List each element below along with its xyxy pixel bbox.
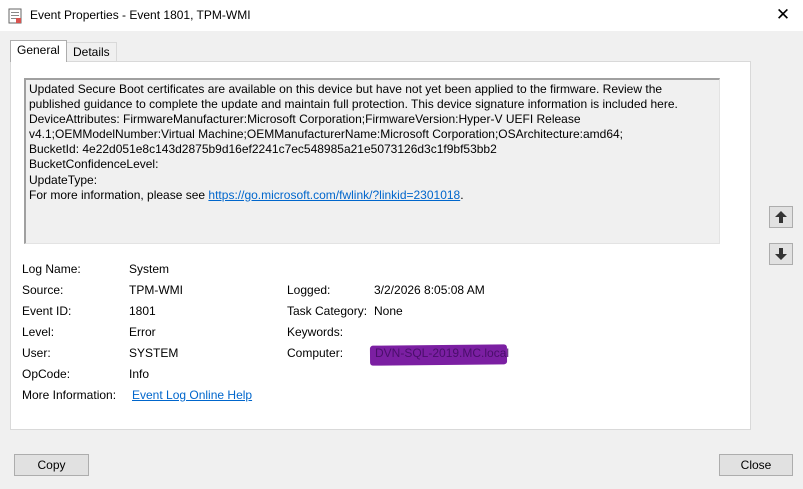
event-viewer-icon	[8, 8, 22, 24]
copy-button[interactable]: Copy	[14, 454, 89, 476]
description-line: Updated Secure Boot certificates are ava…	[29, 82, 678, 112]
logged-label: Logged:	[287, 283, 331, 297]
fwlink-link[interactable]: https://go.microsoft.com/fwlink/?linkid=…	[208, 188, 460, 202]
source-label: Source:	[22, 283, 64, 297]
description-line: DeviceAttributes: FirmwareManufacturer:M…	[29, 112, 624, 142]
more-information-label: More Information:	[22, 388, 117, 402]
computer-value: DVN-SQL-2019.MC.local	[375, 346, 510, 360]
description-line: UpdateType:	[29, 172, 98, 187]
close-icon[interactable]: ✕	[773, 5, 793, 25]
previous-event-button[interactable]	[769, 206, 793, 228]
window-title: Event Properties - Event 1801, TPM-WMI	[30, 8, 251, 22]
close-button[interactable]: Close	[719, 454, 793, 476]
more-info-suffix: .	[460, 187, 464, 202]
event-id-value: 1801	[129, 304, 156, 318]
logged-value: 3/2/2026 8:05:08 AM	[374, 283, 485, 297]
keywords-label: Keywords:	[287, 325, 344, 339]
description-line: BucketConfidenceLevel:	[29, 157, 159, 172]
tab-details[interactable]: Details	[66, 42, 117, 61]
log-name-label: Log Name:	[22, 262, 81, 276]
event-id-label: Event ID:	[22, 304, 72, 318]
opcode-value: Info	[129, 367, 150, 381]
log-name-value: System	[129, 262, 170, 276]
event-description: Updated Secure Boot certificates are ava…	[26, 80, 719, 205]
arrow-up-icon	[775, 211, 787, 223]
user-label: User:	[22, 346, 51, 360]
arrow-down-icon	[775, 248, 787, 260]
next-event-button[interactable]	[769, 243, 793, 265]
title-bar: Event Properties - Event 1801, TPM-WMI ✕	[0, 0, 803, 31]
event-log-online-help-link[interactable]: Event Log Online Help	[132, 388, 252, 402]
level-label: Level:	[22, 325, 55, 339]
level-value: Error	[129, 325, 156, 339]
tab-general[interactable]: General	[10, 40, 67, 62]
event-description-box[interactable]: Updated Secure Boot certificates are ava…	[24, 78, 720, 244]
task-category-value: None	[374, 304, 403, 318]
task-category-label: Task Category:	[287, 304, 368, 318]
computer-label: Computer:	[287, 346, 344, 360]
opcode-label: OpCode:	[22, 367, 71, 381]
more-info-prefix: For more information, please see	[29, 187, 209, 202]
source-value: TPM-WMI	[129, 283, 183, 297]
user-value: SYSTEM	[129, 346, 179, 360]
description-line: BucketId: 4e22d051e8c143d2875b9d16ef2241…	[29, 142, 497, 157]
